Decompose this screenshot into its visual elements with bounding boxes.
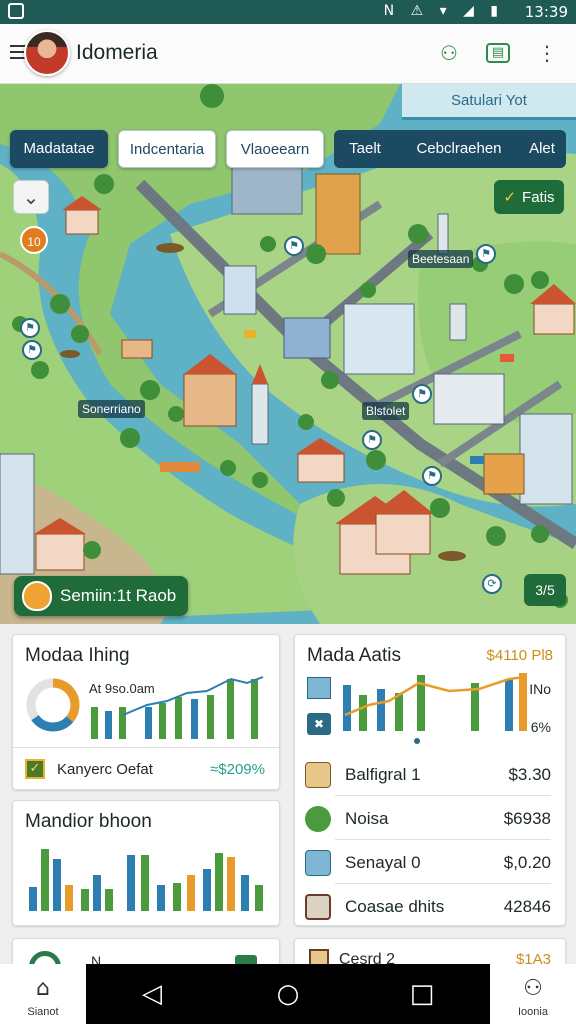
status-icons: N ⚠ ▾ ◢ ▮: [383, 3, 504, 19]
map-pin-icon[interactable]: ⚑: [476, 244, 496, 264]
nav-home-label: Sianot: [27, 1006, 59, 1018]
app-bar: Idomeria ⚇ ▤ ⋮: [0, 24, 576, 84]
tool-icon: [305, 762, 331, 788]
home-icon: ⌂: [36, 976, 50, 1001]
list-item-value: $,0.20: [503, 853, 551, 872]
bar-chart-card[interactable]: Mandior bhoon: [12, 800, 280, 926]
divider: [335, 839, 551, 840]
map-banner[interactable]: Satulari Yot: [402, 84, 576, 120]
nav-home[interactable]: ⌂ Sianot: [0, 964, 86, 1024]
tool-icon[interactable]: ✖: [307, 713, 331, 735]
analytics-card[interactable]: Mada Aatis $4110 Pl8 ✖ INo 6% Balfigral …: [294, 634, 566, 926]
image-icon[interactable]: [307, 677, 331, 699]
collapse-button[interactable]: ⌄: [13, 180, 49, 214]
check-icon: ✓: [503, 188, 517, 206]
tab-madatatae[interactable]: Madatatae: [10, 130, 108, 168]
recents-icon[interactable]: □: [404, 976, 440, 1012]
status-time: 13:39: [524, 3, 568, 21]
combo-chart: [343, 673, 527, 744]
footer-value: ≈$209%: [210, 761, 265, 778]
tab-cebclraehen[interactable]: Cebclraehen: [400, 130, 518, 168]
app-title: Idomeria: [76, 41, 158, 64]
map-badge[interactable]: 10: [20, 226, 48, 254]
list-item[interactable]: Coasae dhits 42846: [305, 889, 551, 925]
card-title: Mada Aatis: [307, 645, 401, 666]
route-button[interactable]: Semiin:1t Raob: [14, 576, 188, 616]
card-title: Mandior bhoon: [25, 811, 152, 832]
checkbox-icon[interactable]: ✓: [25, 759, 45, 779]
map-pin-icon[interactable]: ⟳: [482, 574, 502, 594]
list-item-value: 42846: [503, 897, 551, 916]
shield-icon: [22, 581, 52, 611]
list-item[interactable]: Noisa $6938: [305, 801, 551, 837]
mini-bar-chart: [91, 676, 264, 739]
map-pin-icon[interactable]: ⚑: [284, 236, 304, 256]
amount-value: $4110 Pl8: [486, 647, 553, 664]
map-pin-icon[interactable]: ⚑: [412, 384, 432, 404]
donut-chart: [26, 678, 80, 732]
divider: [335, 795, 551, 796]
profile-icon: ⚇: [523, 976, 543, 1001]
divider: [335, 883, 551, 884]
stats-card[interactable]: Modaa Ihing At 9so.0am ✓ Kanyerc Oefat ≈…: [12, 634, 280, 790]
bottom-nav: ⌂ Sianot ◁ ○ □ ⚇ Ioonia: [0, 964, 576, 1024]
box-icon: [305, 894, 331, 920]
map-label-west[interactable]: Sonerriano: [78, 400, 145, 418]
list-item[interactable]: Balfigral 1 $3.30: [305, 757, 551, 793]
more-vert-icon[interactable]: ⋮: [534, 40, 560, 66]
map-pin-icon[interactable]: ⚑: [362, 430, 382, 450]
tab-alet[interactable]: Alet: [518, 130, 566, 168]
notification-icon: [8, 3, 24, 19]
city-map[interactable]: Satulari Yot Madatatae Indcentaria Vlaoe…: [0, 84, 576, 624]
map-pin-icon[interactable]: ⚑: [20, 318, 40, 338]
avatar[interactable]: [24, 30, 70, 76]
side-label-bottom: 6%: [530, 719, 551, 735]
status-bar: N ⚠ ▾ ◢ ▮ 13:39: [0, 0, 576, 24]
list-item-label: Balfigral 1: [345, 765, 421, 784]
card-title: Modaa Ihing: [25, 645, 130, 666]
tab-indcentaria[interactable]: Indcentaria: [118, 130, 216, 168]
user-add-icon[interactable]: ⚇: [436, 40, 462, 66]
map-tabs: Madatatae Indcentaria Vlaoeearn Taelt Ce…: [10, 130, 566, 168]
back-icon[interactable]: ◁: [134, 976, 170, 1012]
chat-icon: [305, 806, 331, 832]
map-label-north[interactable]: Beetesaan: [408, 250, 474, 268]
divider: [13, 747, 279, 748]
id-card-icon[interactable]: ▤: [486, 43, 510, 63]
nav-profile[interactable]: ⚇ Ioonia: [490, 964, 576, 1024]
list-item-value: $3.30: [508, 765, 551, 784]
list-item-value: $6938: [503, 809, 551, 828]
map-label-center[interactable]: Blstolet: [362, 402, 410, 420]
map-pin-icon[interactable]: ⚑: [422, 466, 442, 486]
list-item-label: Coasae dhits: [345, 897, 445, 916]
chevron-down-icon: ⌄: [22, 185, 40, 209]
footer-label: Kanyerc Oefat: [57, 761, 153, 778]
list-item-label: Senayal 0: [345, 853, 421, 872]
map-corner-button[interactable]: 3/5: [524, 574, 566, 606]
nav-profile-label: Ioonia: [518, 1006, 548, 1018]
tab-vlaoeearn[interactable]: Vlaoeearn: [226, 130, 324, 168]
list-item[interactable]: Senayal 0 $,0.20: [305, 845, 551, 881]
filter-label: Fatis: [522, 189, 555, 206]
filter-button[interactable]: ✓ Fatis: [494, 180, 564, 214]
route-label: Semiin:1t Raob: [60, 586, 177, 605]
grouped-bar-chart: [29, 849, 263, 911]
tab-taelt[interactable]: Taelt: [334, 130, 396, 168]
side-label-top: INo: [529, 681, 551, 697]
monitor-icon: [305, 850, 331, 876]
map-pin-icon[interactable]: ⚑: [22, 340, 42, 360]
home-circle-icon[interactable]: ○: [270, 976, 306, 1012]
list-item-label: Noisa: [345, 809, 389, 828]
